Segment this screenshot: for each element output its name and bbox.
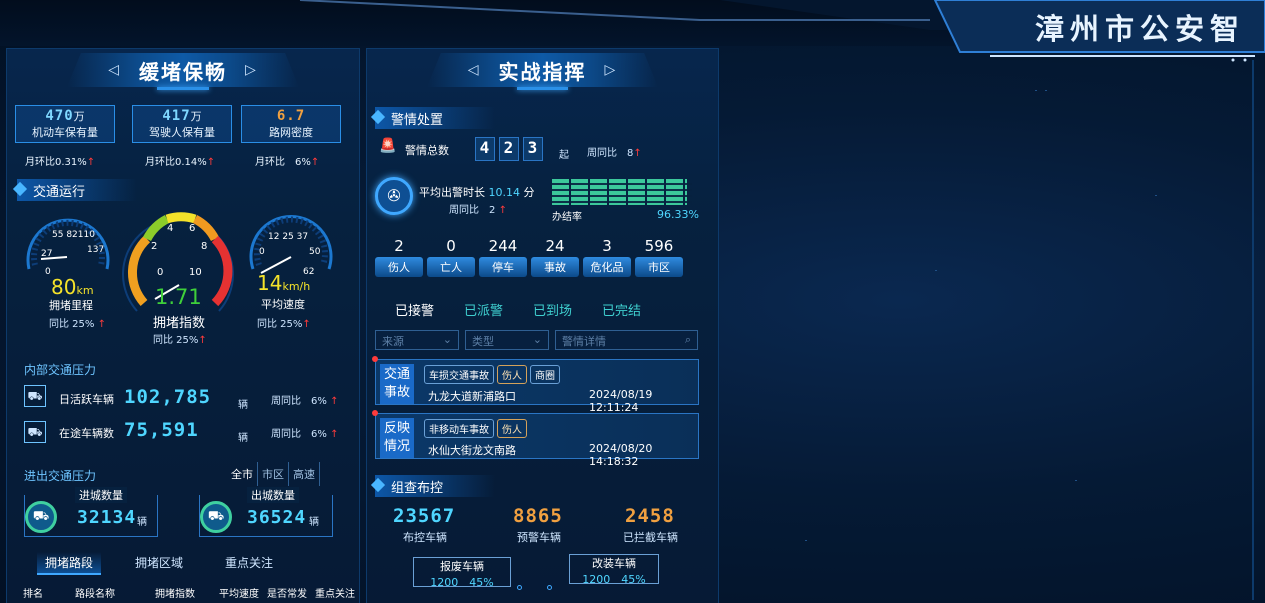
controlled-vehicles-value: 23567: [393, 505, 456, 527]
tab-received[interactable]: 已接警: [395, 300, 434, 319]
panel-title-left: 缓堵保畅: [139, 59, 227, 84]
tab-key-focus[interactable]: 重点关注: [225, 554, 273, 571]
counter-value: 3: [602, 237, 612, 255]
inout-pressure-title: 进出交通压力: [24, 469, 97, 483]
counter-value: 244: [488, 237, 518, 255]
counter-label: 停车: [479, 257, 527, 277]
tab-city[interactable]: 全市: [227, 462, 258, 486]
stat-drivers: 417万 驾驶人保有量: [132, 105, 232, 143]
up-arrow-icon: ↑: [206, 157, 216, 168]
stat-road-density: 6.7 路网密度: [241, 105, 341, 143]
inout-tabs: 全市 市区 高速: [227, 462, 320, 486]
car-icon: ⛟: [24, 385, 46, 407]
completion-rate-bar: [552, 179, 692, 205]
next-arrow-icon[interactable]: ▷: [245, 62, 258, 78]
counter-label: 事故: [531, 257, 579, 277]
type-select[interactable]: 类型 ⌄: [465, 330, 549, 350]
congestion-length-value: 80km: [51, 275, 94, 299]
panel-congestion: ◁ 缓堵保畅 ▷ 470万 机动车保有量 月环比0.31%↑ 417万 驾驶人保…: [6, 48, 360, 603]
incident-card[interactable]: 交通 事故 车损交通事故 伤人 商圈 九龙大道新浦路口 2024/08/19 12:1…: [372, 356, 699, 414]
internal-pressure-title: 内部交通压力: [24, 363, 97, 377]
chevron-down-icon: ⌄: [442, 333, 452, 346]
detail-search-input[interactable]: 警情详情 ⌕: [555, 330, 698, 350]
car-icon: ⛟: [24, 421, 46, 443]
tab-arrived[interactable]: 已到场: [533, 300, 572, 319]
counter-label: 市区: [635, 257, 683, 277]
tab-urban[interactable]: 市区: [258, 462, 289, 486]
active-vehicles-value: 102,785: [124, 386, 212, 408]
tab-completed[interactable]: 已完结: [602, 300, 641, 319]
dashboard-root: 漳州市公安智 ◁ 缓堵保畅 ▷ 470万 机动车保有量 月环比0.31%↑ 41…: [0, 0, 1265, 603]
counter-label: 危化品: [583, 257, 631, 277]
stat-vehicles: 470万 机动车保有量: [15, 105, 115, 143]
truck-icon: ⛟: [200, 501, 232, 533]
up-arrow-icon: ↑: [310, 157, 320, 168]
section-control: 组查布控: [375, 475, 495, 497]
chevron-down-icon: ⌄: [532, 333, 542, 346]
incident-counter[interactable]: 0 亡人: [427, 237, 475, 277]
tab-highway[interactable]: 高速: [289, 462, 320, 486]
alarm-total-digits: 4 2 3: [475, 137, 543, 161]
map-background: [805, 60, 1254, 600]
incident-card[interactable]: 反映 情况 非移动车事故 伤人 水仙大街龙文南路 2024/08/20 14:18:…: [372, 410, 699, 468]
incident-counter[interactable]: 2 伤人: [375, 237, 423, 277]
counter-label: 亡人: [427, 257, 475, 277]
incident-counters: 2 伤人 0 亡人 244 停车 24 事故 3 危化品 596 市区: [375, 237, 695, 277]
prev-arrow-icon[interactable]: ◁: [108, 62, 121, 78]
panel-command: ◁ 实战指挥 ▷ 警情处置 🚨 警情总数 4 2 3 起 周同比 8↑ ✇ 平均…: [366, 48, 719, 603]
tab-dispatched[interactable]: 已派警: [464, 300, 503, 319]
modified-vehicles-card[interactable]: 改装车辆 1200 45%: [569, 554, 659, 586]
onroad-vehicles-value: 75,591: [124, 419, 199, 441]
counter-value: 2: [394, 237, 404, 255]
average-speed-value: 14km/h: [257, 271, 311, 295]
table-header: 排名 路段名称 拥堵指数 平均速度 是否常发 重点关注: [23, 589, 355, 600]
counter-value: 596: [644, 237, 674, 255]
siren-icon: 🚨: [379, 138, 397, 154]
tab-congested-areas[interactable]: 拥堵区域: [135, 554, 183, 571]
incident-counter[interactable]: 244 停车: [479, 237, 527, 277]
scrap-vehicles-card[interactable]: 报废车辆 1200 45%: [413, 557, 511, 589]
up-arrow-icon: ↑: [86, 157, 96, 168]
prev-arrow-icon[interactable]: ◁: [468, 62, 481, 78]
status-tabs: 已接警 已派警 已到场 已完结: [395, 300, 641, 319]
clock-icon: ✇: [375, 177, 413, 215]
search-icon: ⌕: [684, 333, 691, 346]
counter-label: 伤人: [375, 257, 423, 277]
next-arrow-icon[interactable]: ▷: [605, 62, 618, 78]
section-alarm: 警情处置: [375, 107, 495, 129]
page-title: 漳州市公安智: [1035, 12, 1246, 46]
source-select[interactable]: 来源 ⌄: [375, 330, 459, 350]
incident-counter[interactable]: 3 危化品: [583, 237, 631, 277]
completion-rate-value: 96.33%: [657, 208, 699, 221]
counter-value: 24: [545, 237, 565, 255]
intercepted-vehicles-value: 2458: [625, 505, 675, 527]
counter-value: 0: [446, 237, 456, 255]
truck-icon: ⛟: [25, 501, 57, 533]
incident-counter[interactable]: 596 市区: [635, 237, 683, 277]
congestion-index-value: 1.71: [155, 285, 202, 309]
tab-congested-roads[interactable]: 拥堵路段: [37, 552, 102, 575]
outbound-value: 36524: [247, 507, 307, 528]
panel-title-right: 实战指挥: [498, 59, 587, 84]
section-traffic: 交通运行: [17, 179, 137, 201]
incident-counter[interactable]: 24 事故: [531, 237, 579, 277]
warning-vehicles-value: 8865: [513, 505, 563, 527]
inbound-value: 32134: [77, 507, 137, 528]
